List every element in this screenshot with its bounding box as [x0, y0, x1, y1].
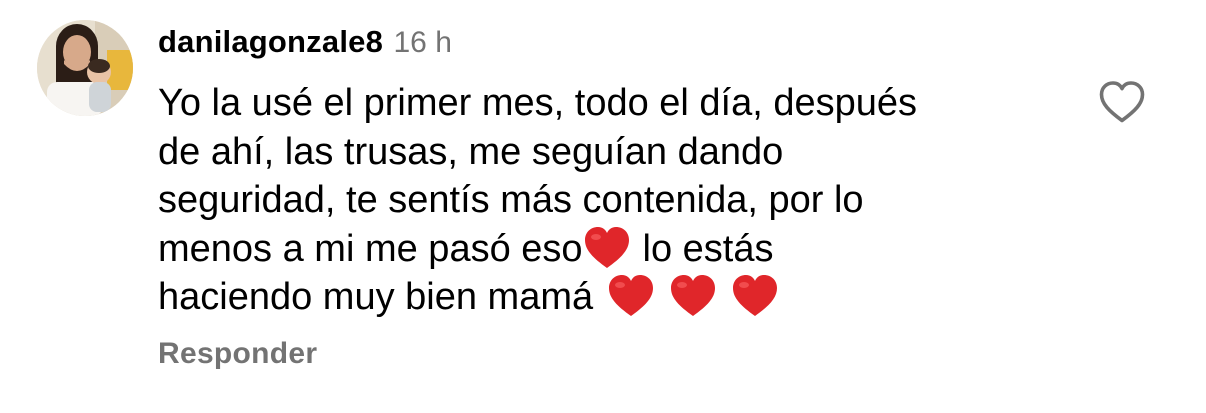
comment-text: Yo la usé el primer mes, todo el día, de… — [158, 79, 1058, 322]
comment-item: danilagonzale8 16 h Yo la usé el primer … — [0, 0, 1206, 413]
reply-button[interactable]: Responder — [158, 336, 317, 372]
comment-text-segment: menos a mi me pasó eso — [158, 227, 583, 270]
red-heart-emoji — [669, 274, 717, 318]
comment-body: danilagonzale8 16 h Yo la usé el primer … — [158, 22, 1058, 322]
avatar-photo — [37, 20, 133, 116]
red-heart-emoji — [731, 274, 779, 318]
username[interactable]: danilagonzale8 — [158, 24, 383, 59]
heart-outline-icon — [1099, 81, 1145, 123]
comment-text-line-with-emoji: menos a mi me pasó eso lo estás — [158, 225, 1058, 274]
comment-text-line: de ahí, las trusas, me seguían dando — [158, 130, 784, 173]
timestamp: 16 h — [393, 26, 452, 59]
comment-text-segment: lo estás — [642, 227, 774, 270]
comment-text-segment: haciendo muy bien mamá — [158, 276, 594, 318]
comment-text-line-with-emoji: haciendo muy bien mamá — [158, 273, 1058, 322]
comment-meta: danilagonzale8 16 h — [158, 22, 1058, 62]
red-heart-emoji — [583, 226, 631, 270]
like-button[interactable] — [1098, 80, 1146, 124]
comment-text-line: Yo la usé el primer mes, todo el día, de… — [158, 82, 918, 124]
comment-text-line: seguridad, te sentís más contenida, por … — [158, 179, 864, 221]
avatar[interactable] — [37, 20, 133, 116]
red-heart-emoji — [607, 274, 655, 318]
